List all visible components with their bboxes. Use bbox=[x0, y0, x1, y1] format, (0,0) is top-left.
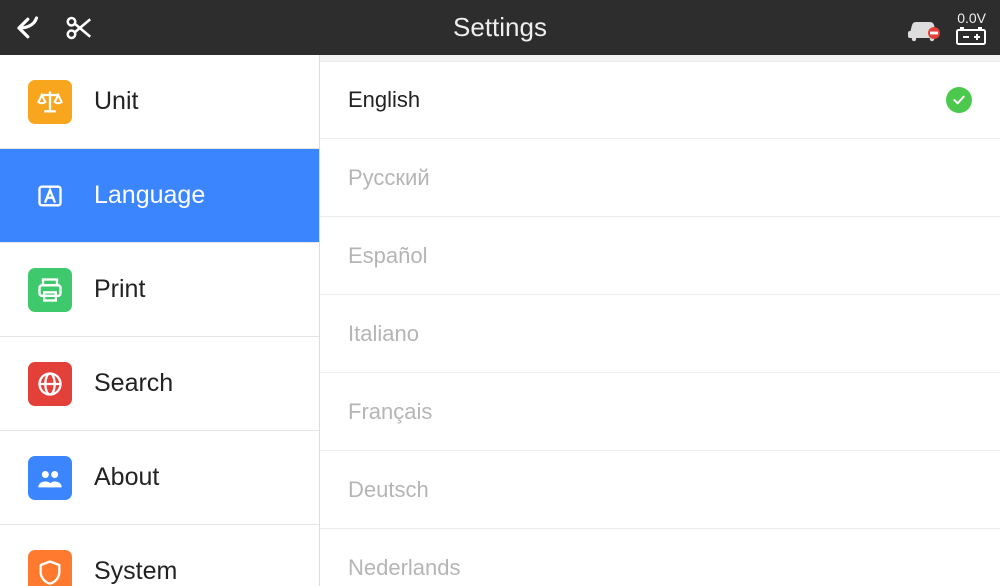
sidebar-item-label: Print bbox=[94, 275, 145, 304]
sidebar-item-unit[interactable]: Unit bbox=[0, 55, 319, 149]
sidebar-item-label: Language bbox=[94, 181, 205, 210]
printer-icon bbox=[28, 268, 72, 312]
sidebar: Unit Language Print Search About System bbox=[0, 55, 320, 586]
main-panel: English Русский Español Italiano Français Deu… bbox=[320, 55, 1000, 586]
people-icon bbox=[28, 456, 72, 500]
sidebar-item-search[interactable]: Search bbox=[0, 337, 319, 431]
language-option[interactable]: Italiano bbox=[320, 295, 1000, 373]
language-option[interactable]: Русский bbox=[320, 139, 1000, 217]
sidebar-item-system[interactable]: System bbox=[0, 525, 319, 586]
sidebar-item-print[interactable]: Print bbox=[0, 243, 319, 337]
language-option[interactable]: Nederlands bbox=[320, 529, 1000, 586]
language-icon bbox=[28, 174, 72, 218]
back-icon[interactable] bbox=[14, 13, 44, 43]
sidebar-item-label: Unit bbox=[94, 87, 138, 116]
sidebar-item-about[interactable]: About bbox=[0, 431, 319, 525]
top-bar: Settings 0.0V bbox=[0, 0, 1000, 55]
language-label: Español bbox=[348, 243, 428, 269]
shield-icon bbox=[28, 550, 72, 586]
scales-icon bbox=[28, 80, 72, 124]
scissors-icon[interactable] bbox=[62, 13, 96, 43]
voltage-label: 0.0V bbox=[957, 11, 986, 25]
language-option[interactable]: Español bbox=[320, 217, 1000, 295]
globe-icon bbox=[28, 362, 72, 406]
sidebar-item-label: System bbox=[94, 557, 177, 586]
sidebar-item-label: About bbox=[94, 463, 159, 492]
language-label: Français bbox=[348, 399, 432, 425]
car-status-icon bbox=[904, 13, 944, 43]
battery-icon bbox=[956, 27, 986, 45]
language-label: Italiano bbox=[348, 321, 419, 347]
page-title: Settings bbox=[0, 12, 1000, 43]
language-label: English bbox=[348, 87, 420, 113]
language-option[interactable]: Deutsch bbox=[320, 451, 1000, 529]
language-label: Русский bbox=[348, 165, 430, 191]
language-label: Nederlands bbox=[348, 555, 461, 581]
language-option[interactable]: English bbox=[320, 61, 1000, 139]
language-option[interactable]: Français bbox=[320, 373, 1000, 451]
sidebar-item-label: Search bbox=[94, 369, 173, 398]
language-label: Deutsch bbox=[348, 477, 429, 503]
language-list: English Русский Español Italiano Français Deu… bbox=[320, 61, 1000, 586]
checkmark-icon bbox=[946, 87, 972, 113]
sidebar-item-language[interactable]: Language bbox=[0, 149, 319, 243]
